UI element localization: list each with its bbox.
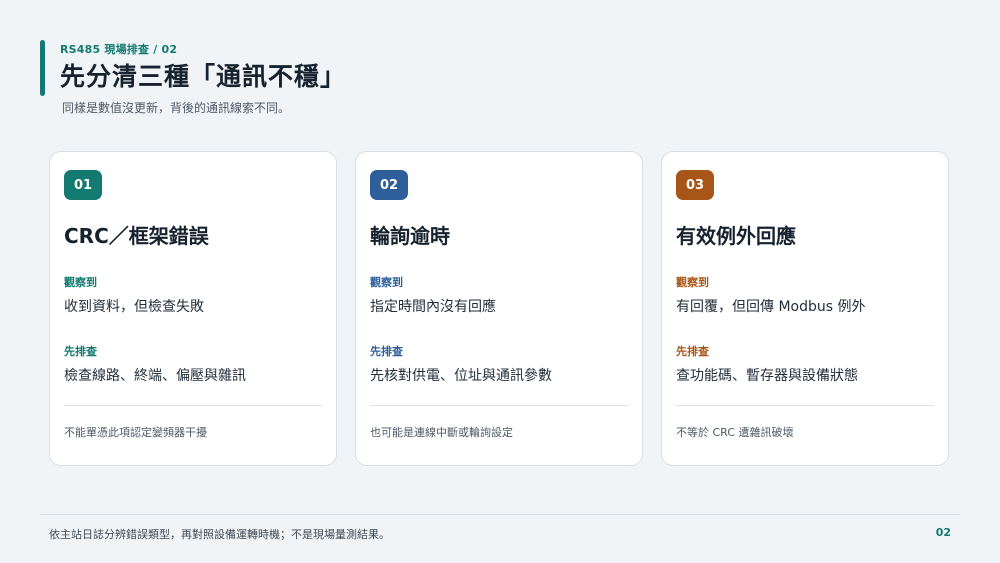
card-title: CRC／框架錯誤 — [64, 224, 209, 248]
observe-text: 收到資料，但檢查失敗 — [64, 299, 204, 315]
card-note: 不等於 CRC 遭雜訊破壞 — [676, 426, 794, 439]
card-title: 輪詢逾時 — [370, 224, 450, 248]
card-number-badge: 01 — [64, 170, 102, 200]
observe-label: 觀察到 — [676, 276, 709, 289]
card-divider — [64, 405, 322, 406]
check-label: 先排查 — [64, 345, 97, 358]
card-divider — [370, 405, 628, 406]
check-text: 檢查線路、終端、偏壓與雜訊 — [64, 368, 246, 384]
check-text: 先核對供電、位址與通訊參數 — [370, 368, 552, 384]
card-title: 有效例外回應 — [676, 224, 796, 248]
check-text: 查功能碼、暫存器與設備狀態 — [676, 368, 858, 384]
card-poll-timeout: 02 輪詢逾時 觀察到 指定時間內沒有回應 先排查 先核對供電、位址與通訊參數 … — [355, 151, 643, 466]
section-kicker: RS485 現場排查 / 02 — [60, 43, 178, 56]
observe-text: 有回覆，但回傳 Modbus 例外 — [676, 299, 866, 315]
card-note: 也可能是連線中斷或輪詢設定 — [370, 426, 513, 439]
card-divider — [676, 405, 934, 406]
card-number-badge: 03 — [676, 170, 714, 200]
card-number-badge: 02 — [370, 170, 408, 200]
check-label: 先排查 — [370, 345, 403, 358]
page-subtitle: 同樣是數值沒更新，背後的通訊線索不同。 — [62, 101, 291, 115]
title-accent-bar — [40, 40, 45, 96]
card-crc-frame-error: 01 CRC／框架錯誤 觀察到 收到資料，但檢查失敗 先排查 檢查線路、終端、偏… — [49, 151, 337, 466]
observe-label: 觀察到 — [370, 276, 403, 289]
card-exception-response: 03 有效例外回應 觀察到 有回覆，但回傳 Modbus 例外 先排查 查功能碼… — [661, 151, 949, 466]
card-note: 不能單憑此項認定變頻器干擾 — [64, 426, 207, 439]
page-title: 先分清三種「通訊不穩」 — [60, 62, 347, 91]
check-label: 先排查 — [676, 345, 709, 358]
observe-text: 指定時間內沒有回應 — [370, 299, 496, 315]
footer-note: 依主站日誌分辨錯誤類型，再對照設備運轉時機；不是現場量測結果。 — [49, 528, 390, 541]
footer-divider — [40, 514, 960, 515]
page-number: 02 — [935, 526, 951, 539]
observe-label: 觀察到 — [64, 276, 97, 289]
